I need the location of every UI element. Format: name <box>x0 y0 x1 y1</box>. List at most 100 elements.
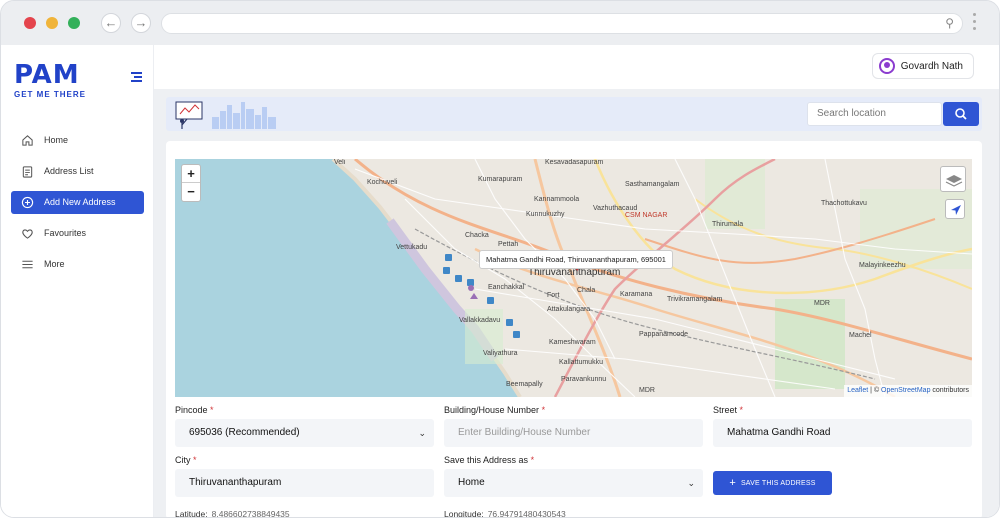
pincode-field: Pincode * 695036 (Recommended) ⌄ <box>175 405 434 447</box>
clipboard-icon <box>22 166 33 178</box>
forward-arrow-icon[interactable]: → <box>131 13 151 33</box>
map-label: Vazhuthacaud <box>593 205 638 212</box>
sidebar-item-label: More <box>44 259 65 269</box>
openstreetmap-link[interactable]: OpenStreetMap <box>881 387 930 394</box>
sidebar-item-address-list[interactable]: Address List <box>11 160 144 183</box>
street-field: Street * Mahatma Gandhi Road <box>713 405 972 447</box>
map-label: Pappanamcode <box>639 331 689 338</box>
search-button[interactable] <box>943 102 979 126</box>
address-form-card: Veli Kochuveli Kumarapuram Sasthamangala… <box>166 141 982 518</box>
city-field: City * Thiruvananthapuram <box>175 455 434 497</box>
avatar-icon <box>878 58 895 74</box>
home-icon <box>22 135 33 146</box>
map-label: MDR <box>639 387 655 394</box>
browser-window: ← → ⚲ PAM GET ME THERE Home Address List <box>0 0 1000 518</box>
search-icon <box>955 108 967 120</box>
building-input[interactable]: Enter Building/House Number <box>444 419 703 447</box>
back-arrow-icon[interactable]: ← <box>101 13 121 33</box>
city-illustration-icon <box>175 101 276 129</box>
sidebar-item-favourites[interactable]: Favourites <box>11 222 144 245</box>
map-label: Attakulangara <box>547 306 591 313</box>
map-label: Veli <box>334 159 346 166</box>
main-content: Search location Veli Kochuveli Kumarapur… <box>154 89 999 518</box>
map-label: Beemapally <box>506 381 543 388</box>
map-label: Vettukadu <box>396 244 428 251</box>
save-as-select[interactable]: Home ⌄ <box>444 469 703 497</box>
sidebar-item-label: Add New Address <box>44 197 116 207</box>
map-label: Kumarapuram <box>478 176 523 183</box>
zoom-out-button[interactable]: − <box>182 183 200 201</box>
map-label: Malayinkeezhu <box>859 262 906 269</box>
sidebar-item-add-new-address[interactable]: Add New Address <box>11 191 144 214</box>
street-input[interactable]: Mahatma Gandhi Road <box>713 419 972 447</box>
map-label: Kunnukuzhy <box>526 211 565 218</box>
close-window-dot[interactable] <box>24 17 36 29</box>
browser-toolbar: ← → ⚲ <box>1 1 999 45</box>
pincode-label: Pincode * <box>175 405 214 415</box>
logo-tagline: GET ME THERE <box>14 90 87 99</box>
leaflet-link[interactable]: Leaflet <box>847 387 868 394</box>
user-menu[interactable]: Govardh Nath <box>871 53 974 79</box>
building-label: Building/House Number * <box>444 405 546 415</box>
city-label: City * <box>175 455 197 465</box>
locate-me-button[interactable] <box>945 199 965 219</box>
sidebar-item-more[interactable]: More <box>11 253 144 276</box>
city-input[interactable]: Thiruvananthapuram <box>175 469 434 497</box>
save-address-button[interactable]: + SAVE THIS ADDRESS <box>713 471 832 495</box>
zoom-control: + − <box>181 164 201 202</box>
search-location-input[interactable]: Search location <box>807 102 942 126</box>
layers-icon <box>945 175 963 187</box>
map-label: Sasthamangalam <box>625 181 680 188</box>
sidebar-item-label: Favourites <box>44 228 87 238</box>
attribution-tail: contributors <box>930 387 969 394</box>
map-label: Vallakkadavu <box>459 317 501 324</box>
map-label: Kesavadasapuram <box>545 159 604 166</box>
map-label: Pettah <box>498 241 519 248</box>
layers-button[interactable] <box>940 166 966 192</box>
sidebar: PAM GET ME THERE Home Address List Add N… <box>1 45 154 517</box>
map-label: CSM NAGAR <box>625 212 668 219</box>
minimize-window-dot[interactable] <box>46 17 58 29</box>
map-label: Paravankunnu <box>561 376 607 383</box>
map-label: Trivikramangalam <box>667 296 723 303</box>
address-bar[interactable]: ⚲ <box>161 13 963 34</box>
plus-circle-icon <box>21 196 34 209</box>
logo: PAM <box>14 60 80 90</box>
menu-icon <box>22 260 33 269</box>
heart-icon <box>22 229 33 239</box>
search-icon: ⚲ <box>945 16 954 30</box>
map-label: Valiyathura <box>483 350 518 357</box>
zoom-in-button[interactable]: + <box>182 165 200 183</box>
map-label: MDR <box>814 300 830 307</box>
search-banner: Search location <box>166 97 982 131</box>
browser-menu-icon[interactable] <box>973 13 977 34</box>
chevron-down-icon: ⌄ <box>418 428 426 438</box>
hamburger-menu-icon[interactable] <box>131 72 142 84</box>
map-label: Thirumala <box>712 221 744 228</box>
pincode-select[interactable]: 695036 (Recommended) ⌄ <box>175 419 434 447</box>
user-name: Govardh Nath <box>900 60 963 72</box>
map-label: Karamana <box>620 291 653 298</box>
longitude-readout: Longitude: 76.94791480430543 <box>444 509 566 518</box>
building-field: Building/House Number * Enter Building/H… <box>444 405 703 447</box>
map-label: Kannammoola <box>534 196 580 203</box>
save-as-label: Save this Address as * <box>444 455 535 465</box>
location-arrow-icon <box>951 205 961 215</box>
sidebar-nav: Home Address List Add New Address Favour… <box>11 129 144 284</box>
map-label: Chala <box>577 287 596 294</box>
app: PAM GET ME THERE Home Address List Add N… <box>1 45 999 518</box>
latitude-readout: Latitude: 8.486602738849435 <box>175 509 290 518</box>
maximize-window-dot[interactable] <box>68 17 80 29</box>
map-label: Kallattumukku <box>559 359 603 366</box>
map-label: Chacka <box>465 232 489 239</box>
sidebar-item-label: Home <box>44 135 69 145</box>
map-label: Thachottukavu <box>821 200 867 207</box>
sidebar-item-label: Address List <box>44 166 94 176</box>
attribution-separator: | © <box>868 387 882 394</box>
sidebar-item-home[interactable]: Home <box>11 129 144 152</box>
map-view[interactable]: Veli Kochuveli Kumarapuram Sasthamangala… <box>175 159 972 397</box>
map-label: Kameshwaram <box>549 339 596 346</box>
save-as-field: Save this Address as * Home ⌄ <box>444 455 703 497</box>
top-bar: Govardh Nath <box>154 45 999 89</box>
map-marker-popup: Mahatma Gandhi Road, Thiruvananthapuram,… <box>479 250 673 269</box>
